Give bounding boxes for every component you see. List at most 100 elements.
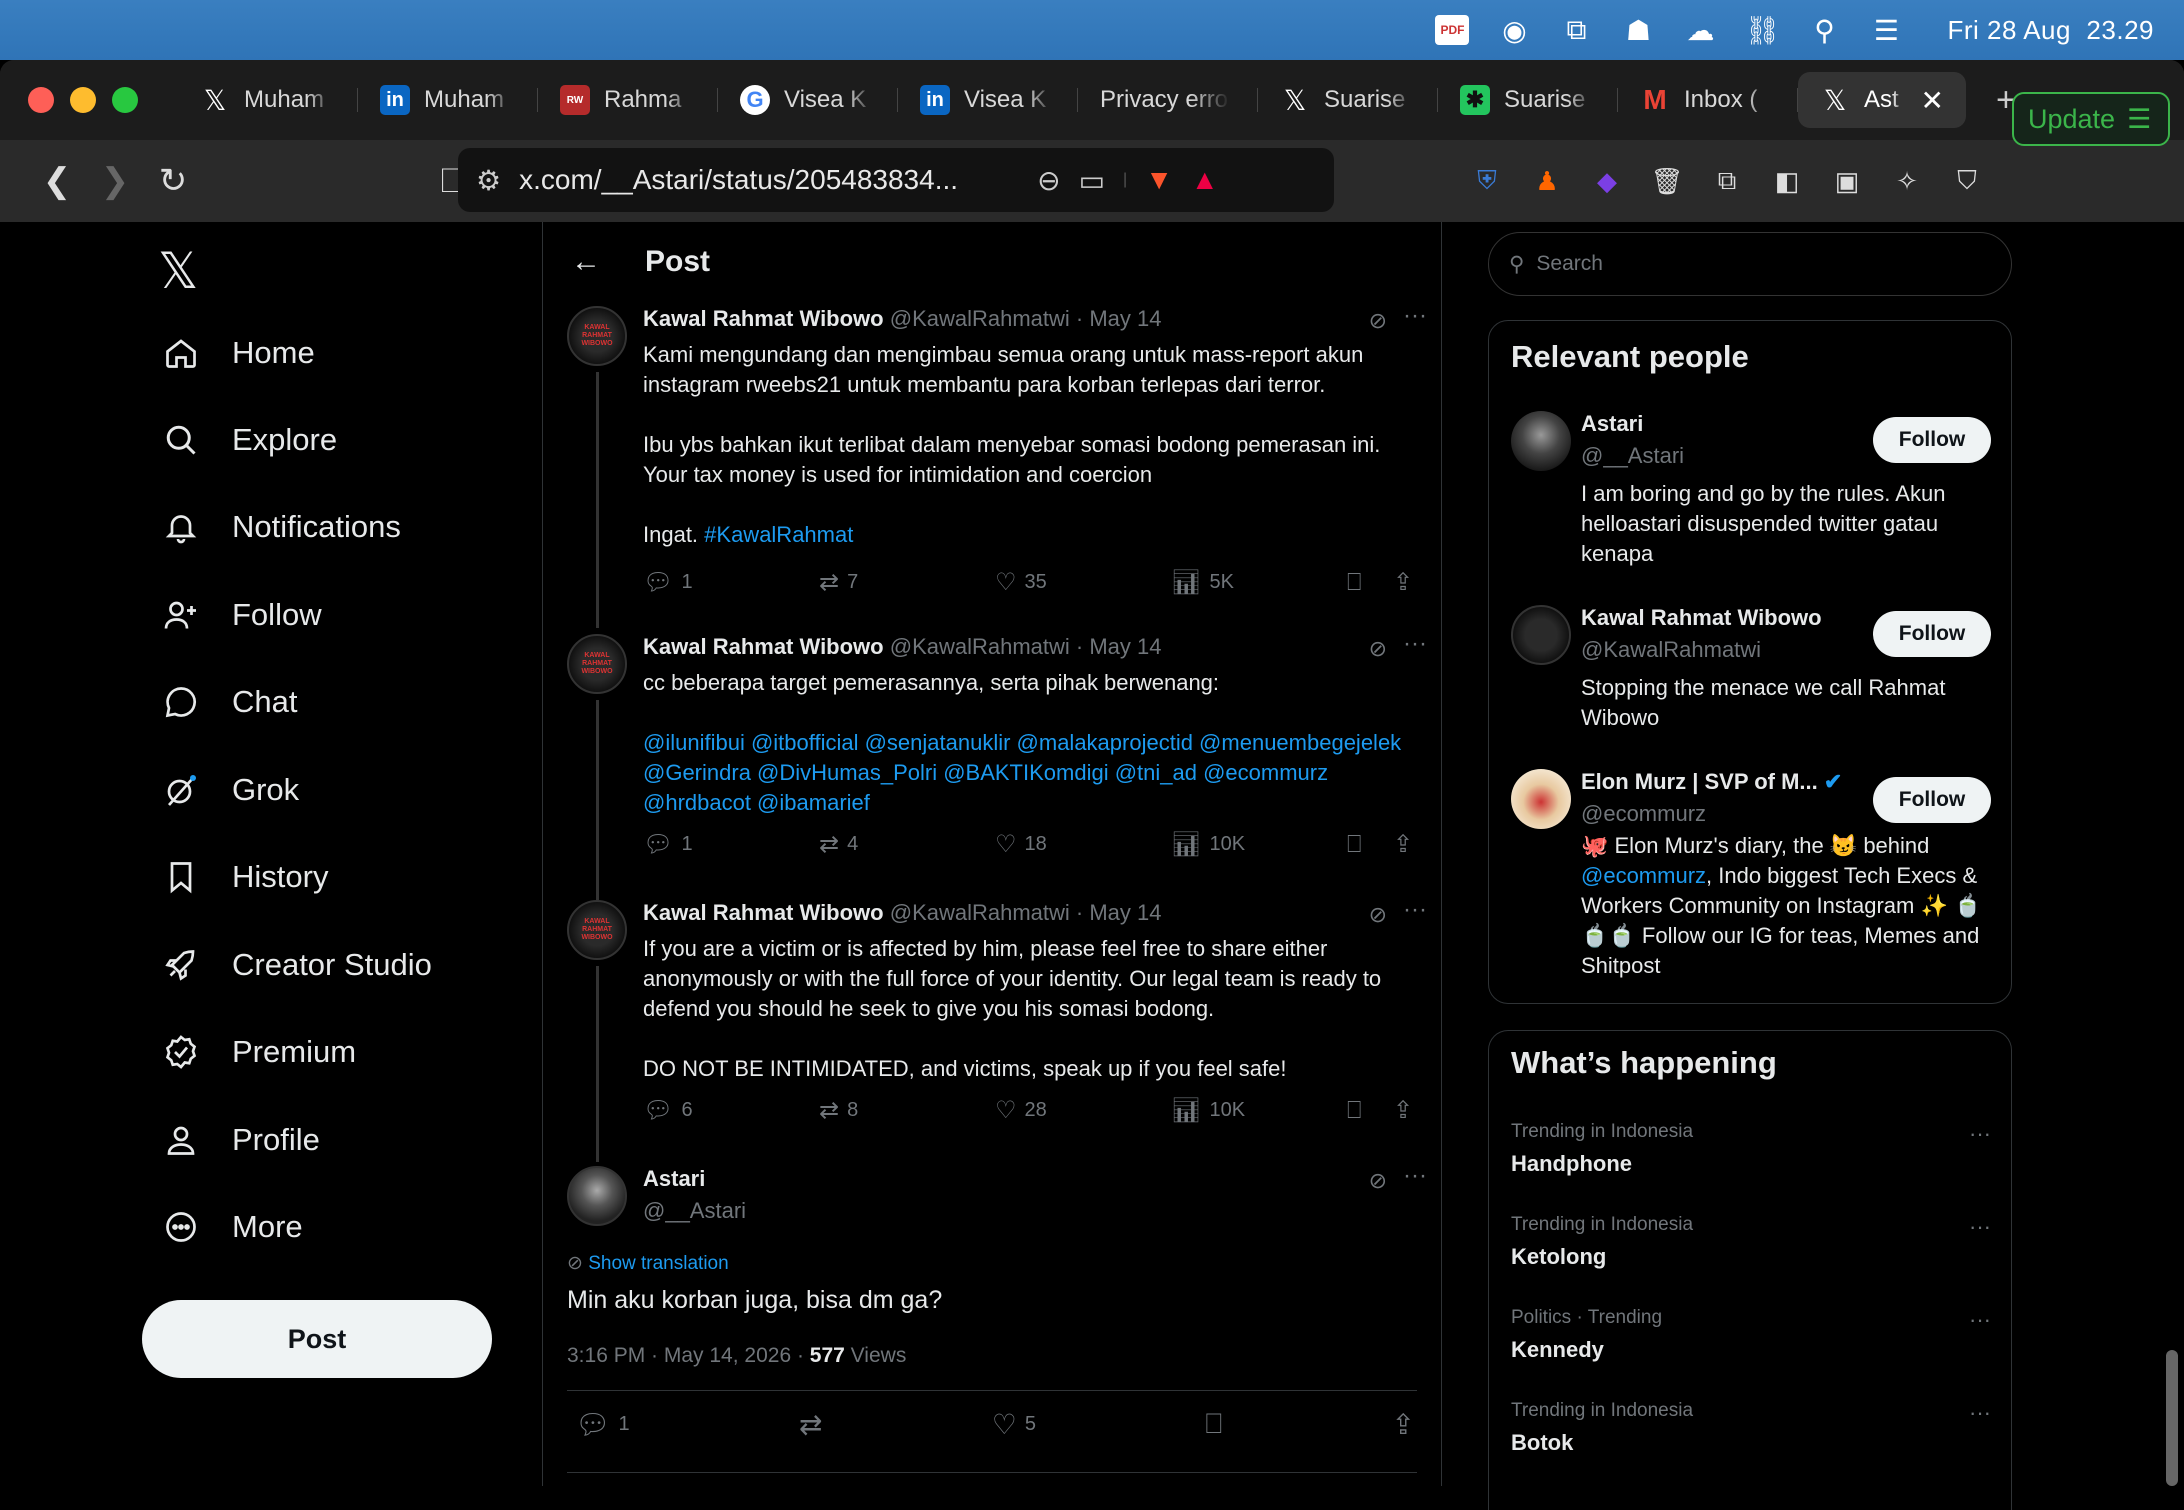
nav-explore[interactable]: Explore (160, 419, 337, 461)
tab-linkedin-2[interactable]: in Visea K (898, 72, 1078, 128)
trend-item[interactable]: Trending in Indonesia Botok ··· (1511, 1400, 1991, 1456)
site-settings-icon[interactable]: ⚙ (476, 164, 501, 197)
thread-tweet[interactable]: KAWAL RAHMAT WIBOWO Kawal Rahmat Wibowo … (567, 302, 1427, 628)
grok-explain-icon[interactable]: ⊘ (1369, 308, 1387, 334)
more-options-icon[interactable]: ··· (1403, 896, 1427, 924)
reply-button[interactable]: 💬︎ 6 (643, 1096, 819, 1125)
reload-button[interactable]: ↻ (144, 152, 202, 210)
show-translation-link[interactable]: ⊘ Show translation (567, 1252, 729, 1275)
close-tab-icon[interactable]: ✕ (1921, 84, 1944, 117)
avatar[interactable]: KAWAL RAHMAT WIBOWO (567, 900, 627, 960)
bitwarden-icon[interactable]: ⛨ (1470, 164, 1504, 198)
wallet-icon[interactable]: ▣ (1830, 164, 1864, 198)
person-name[interactable]: Astari (1581, 411, 1643, 437)
author-name[interactable]: Astari (643, 1166, 705, 1191)
nav-creator-studio[interactable]: Creator Studio (160, 944, 432, 986)
tab-active[interactable]: 𝕏 Ast ✕ (1798, 72, 1966, 128)
views-button[interactable]: 📊︎ 10K (1171, 830, 1347, 859)
mention-links[interactable]: @ilunifibui @itbofficial @senjatanuklir … (643, 730, 1407, 815)
cast-icon[interactable]: ▭ (1079, 164, 1105, 197)
person-card[interactable]: Elon Murz | SVP of M... ✔ @ecommurz Foll… (1511, 769, 1991, 989)
trend-item[interactable]: Trending in Indonesia Handphone ··· (1511, 1121, 1991, 1177)
bookmark-button[interactable]: ⎕ (1205, 1408, 1222, 1441)
puzzle-icon[interactable]: ⧉ (1710, 164, 1744, 198)
search-input[interactable]: ⚲ Search (1488, 232, 2012, 296)
person-name[interactable]: Kawal Rahmat Wibowo (1581, 605, 1822, 631)
avatar[interactable]: KAWAL RAHMAT WIBOWO (567, 306, 627, 366)
author-name[interactable]: Kawal Rahmat Wibowo (643, 634, 884, 659)
control-center-icon[interactable]: ☰ (1855, 0, 1917, 60)
like-button[interactable]: ♡ 18 (995, 830, 1171, 859)
screenshot-icon[interactable]: ⧉ (1545, 0, 1607, 60)
cloud-icon[interactable]: ☁ (1669, 0, 1731, 60)
sidebar-toggle-icon[interactable]: ◧ (1770, 164, 1804, 198)
repost-button[interactable]: ⇄ 4 (819, 830, 995, 859)
avatar[interactable] (1511, 411, 1571, 471)
reply-button[interactable]: 💬︎ 1 (575, 1408, 630, 1441)
tab-privacy-error[interactable]: Privacy erro (1078, 72, 1258, 128)
menubar-clock[interactable]: Fri 28 Aug 23.29 (1947, 15, 2154, 46)
hashtag-link[interactable]: #KawalRahmat (704, 522, 853, 547)
brave-rewards-icon[interactable]: ▲ (1191, 164, 1219, 196)
nav-home[interactable]: Home (160, 332, 315, 374)
address-bar[interactable]: ⚙ x.com/__Astari/status/205483834... ⊖ ▭… (458, 148, 1334, 212)
person-handle[interactable]: @ecommurz (1581, 801, 1706, 827)
spotlight-search-icon[interactable]: ⚲ (1793, 0, 1855, 60)
vpn-shield-icon[interactable]: ⛉ (1950, 164, 1984, 198)
follow-button[interactable]: Follow (1873, 417, 1991, 463)
tweet-date[interactable]: · May 14 (1076, 306, 1162, 331)
tab-suarise[interactable]: ✱ Suarise (1438, 72, 1618, 128)
tab-linkedin-1[interactable]: in Muham (358, 72, 538, 128)
record-icon[interactable]: ◉ (1483, 0, 1545, 60)
x-logo-icon[interactable]: 𝕏 (158, 242, 198, 300)
pdf-app-icon[interactable]: PDF (1421, 0, 1483, 60)
like-button[interactable]: ♡ 35 (995, 568, 1171, 597)
tab-gmail[interactable]: M Inbox ( (1618, 72, 1798, 128)
nav-follow[interactable]: Follow (160, 594, 322, 636)
person-handle[interactable]: @__Astari (1581, 443, 1684, 469)
back-arrow-icon[interactable]: ← (571, 245, 601, 279)
trend-item[interactable]: Trending in Indonesia Ketolong ··· (1511, 1214, 1991, 1270)
tweet-date[interactable]: · May 14 (1076, 900, 1162, 925)
author-name[interactable]: Kawal Rahmat Wibowo (643, 900, 884, 925)
nav-history[interactable]: History (160, 856, 328, 898)
bio-mention-link[interactable]: @ecommurz (1581, 863, 1706, 888)
update-button[interactable]: Update ☰ (2012, 92, 2170, 146)
reply-button[interactable]: 💬︎ 1 (643, 830, 819, 859)
more-options-icon[interactable]: ··· (1969, 1121, 1991, 1147)
trend-item[interactable]: Politics · Trending Kennedy ··· (1511, 1307, 1991, 1363)
nav-premium[interactable]: Premium (160, 1031, 356, 1073)
follow-button[interactable]: Follow (1873, 777, 1991, 823)
minimize-window-button[interactable] (70, 87, 96, 113)
thread-tweet[interactable]: KAWAL RAHMAT WIBOWO Kawal Rahmat Wibowo … (567, 630, 1427, 900)
reply-button[interactable]: 💬︎ 1 (643, 568, 819, 597)
zoom-icon[interactable]: ⊖ (1037, 164, 1060, 197)
bookmark-button[interactable]: ⎕ (1347, 568, 1393, 597)
robot-icon[interactable]: ☗ (1607, 0, 1669, 60)
share-button[interactable]: ⇪ (1393, 568, 1413, 597)
nav-grok[interactable]: Grok (160, 769, 299, 811)
more-options-icon[interactable]: ··· (1403, 302, 1427, 330)
grok-explain-icon[interactable]: ⊘ (1369, 636, 1387, 662)
repost-button[interactable]: ⇄ 8 (819, 1096, 995, 1125)
bookmark-button[interactable]: ⎕ (1347, 1096, 1393, 1125)
author-handle[interactable]: @KawalRahmatwi (890, 306, 1070, 331)
nav-more[interactable]: More (160, 1206, 303, 1248)
tab-rw[interactable]: RW Rahma (538, 72, 718, 128)
follow-button[interactable]: Follow (1873, 611, 1991, 657)
share-button[interactable]: ⇪ (1393, 830, 1413, 859)
tab-x-1[interactable]: 𝕏 Muham (178, 72, 358, 128)
nav-chat[interactable]: Chat (160, 681, 297, 723)
author-handle[interactable]: @KawalRahmatwi (890, 634, 1070, 659)
author-name[interactable]: Kawal Rahmat Wibowo (643, 306, 884, 331)
bookmark-button[interactable]: ⎕ (1347, 830, 1393, 859)
avatar[interactable]: KAWAL RAHMAT WIBOWO (567, 634, 627, 694)
author-handle[interactable]: @KawalRahmatwi (890, 900, 1070, 925)
like-button[interactable]: ♡ 5 (992, 1408, 1036, 1441)
more-options-icon[interactable]: ··· (1403, 1162, 1427, 1190)
tweet-date[interactable]: · May 14 (1076, 634, 1162, 659)
avatar[interactable] (567, 1166, 627, 1226)
person-name[interactable]: Elon Murz | SVP of M... ✔ (1581, 769, 1842, 795)
tab-x-2[interactable]: 𝕏 Suarise (1258, 72, 1438, 128)
nav-notifications[interactable]: Notifications (160, 506, 401, 548)
